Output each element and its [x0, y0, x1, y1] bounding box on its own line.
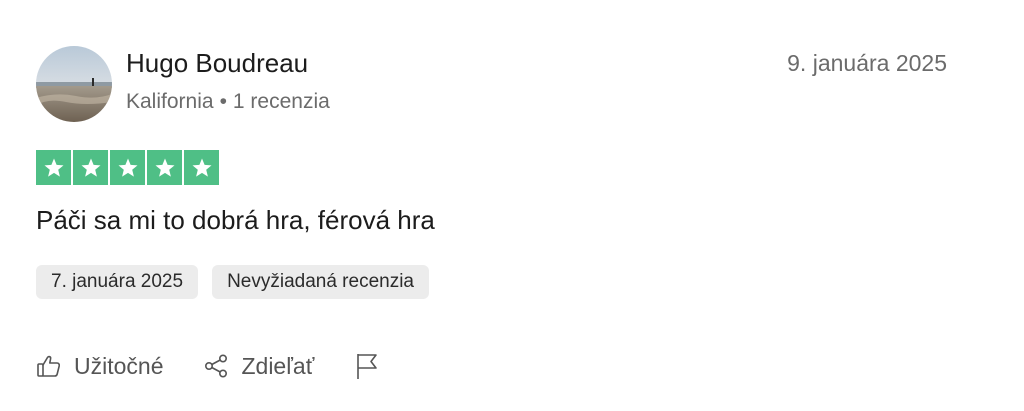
author-name[interactable]: Hugo Boudreau: [126, 48, 308, 79]
star-icon: [36, 150, 71, 185]
star-icon: [110, 150, 145, 185]
avatar[interactable]: [36, 46, 112, 122]
review-date: 9. januára 2025: [787, 50, 947, 76]
star-icon: [184, 150, 219, 185]
experience-date-tag: 7. januára 2025: [36, 265, 199, 299]
thumbs-up-icon: [36, 353, 62, 379]
review-text: Páči sa mi to dobrá hra, férová hra: [36, 205, 435, 235]
flag-icon: [354, 352, 380, 380]
star-rating: [36, 150, 219, 185]
share-label: Zdieľať: [241, 352, 315, 379]
report-button[interactable]: [354, 352, 380, 380]
share-button[interactable]: Zdieľať: [203, 353, 314, 380]
share-icon: [203, 353, 229, 379]
useful-label: Užitočné: [74, 352, 164, 379]
author-location: Kalifornia: [126, 90, 214, 113]
review-card: Hugo Boudreau Kalifornia • 1 recenzia 9. j…: [0, 0, 1024, 411]
useful-button[interactable]: Užitočné: [36, 353, 163, 380]
unsolicited-review-tag[interactable]: Nevyžiadaná recenzia: [212, 265, 430, 299]
author-review-count: 1 recenzia: [232, 90, 330, 113]
avatar-image: [36, 46, 112, 122]
review-tags: 7. januára 2025 Nevyžiadaná recenzia: [36, 265, 430, 299]
author-meta: Kalifornia • 1 recenzia: [126, 90, 330, 114]
review-actions: Užitočné Zdieľať: [36, 352, 380, 380]
meta-separator: •: [219, 90, 227, 113]
star-icon: [73, 150, 108, 185]
star-icon: [147, 150, 182, 185]
